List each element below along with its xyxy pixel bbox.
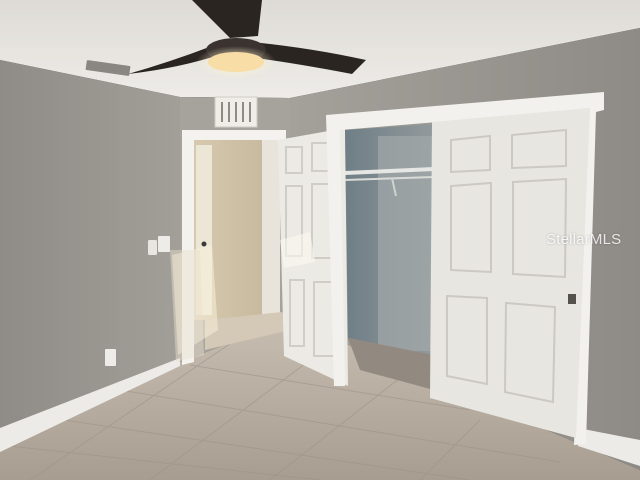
thermostat xyxy=(148,240,157,255)
hallway-right-wall xyxy=(262,140,280,315)
bedroom-photo: StellarMLS xyxy=(0,0,640,480)
hallway-door-knob xyxy=(201,241,207,247)
wall-sunlight xyxy=(170,250,204,362)
watermark-text: StellarMLS xyxy=(546,231,622,248)
room-illustration xyxy=(0,0,640,480)
closet-door-pull[interactable] xyxy=(568,294,576,304)
light-switch[interactable] xyxy=(158,236,170,252)
fan-light-icon xyxy=(208,52,264,72)
wall-outlet xyxy=(105,349,116,366)
